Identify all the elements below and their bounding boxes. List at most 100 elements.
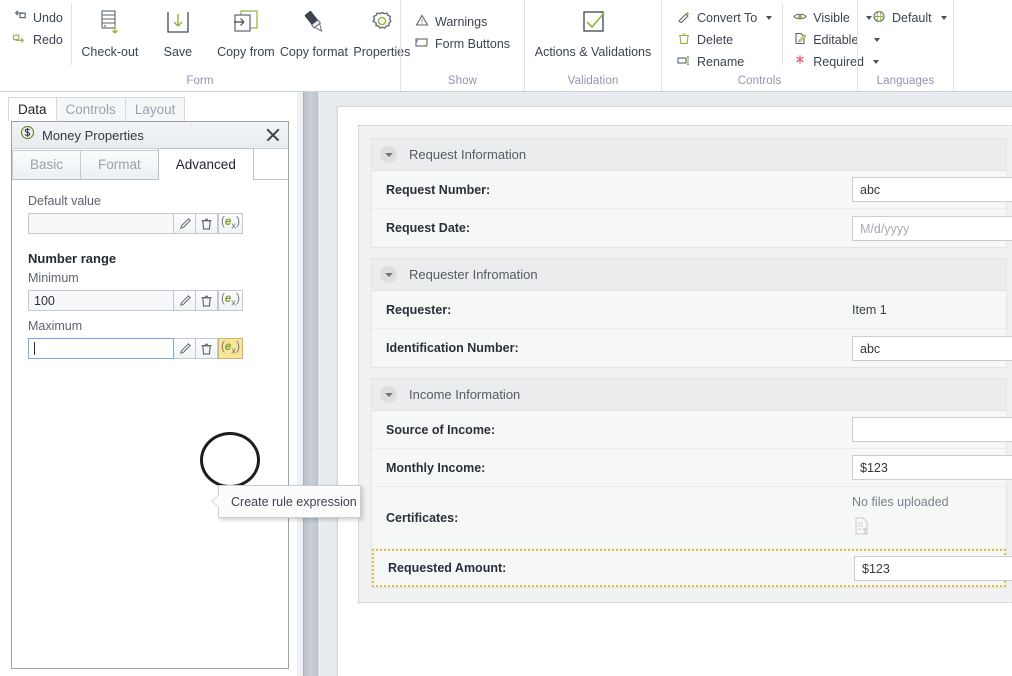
checkmark-box-icon <box>578 5 608 43</box>
ribbon-group-validation-body: Actions & Validations <box>525 0 661 73</box>
sub-tab-advanced[interactable]: Advanced <box>157 148 254 180</box>
copy-format-button[interactable]: Copy format <box>280 3 348 59</box>
default-value-edit-pencil-icon[interactable] <box>174 213 196 234</box>
form-designer-canvas: Request Information Request Number: abc … <box>320 92 1012 676</box>
section-header[interactable]: Requester Infromation <box>372 259 1006 291</box>
row-label: Certificates: <box>386 510 459 525</box>
table-row-selected[interactable]: Requested Amount: $123 <box>372 549 1012 587</box>
save-label: Save <box>163 45 193 59</box>
tab-controls[interactable]: Controls <box>55 97 126 121</box>
monthly-income-input[interactable]: $123 <box>852 455 1012 480</box>
default-value-trash-icon[interactable] <box>196 213 218 234</box>
minimum-trash-icon[interactable] <box>196 290 218 311</box>
ribbon-groups: Undo Redo Check-out Save Copy from Copy … <box>0 0 1012 91</box>
sub-tab-format[interactable]: Format <box>80 150 159 179</box>
undo-redo-column: Undo Redo <box>0 3 69 51</box>
expression-glyph: (ex) <box>221 215 240 232</box>
tab-data[interactable]: Data <box>8 97 57 121</box>
row-field: $123 <box>854 555 1012 581</box>
table-row: Requester: Item 1 <box>372 291 1006 329</box>
row-field: $123 <box>852 455 1012 480</box>
maximum-input[interactable] <box>28 338 174 359</box>
row-label: Source of Income: <box>386 422 496 437</box>
identification-number-input[interactable]: abc <box>852 335 1012 361</box>
row-field: No files uploaded <box>852 489 1006 547</box>
sub-tab-basic[interactable]: Basic <box>12 150 82 179</box>
required-asterisk-icon <box>793 54 807 70</box>
default-value-label: Default value <box>28 194 101 208</box>
ribbon-separator <box>70 3 72 65</box>
request-date-input[interactable]: M/d/yyyy <box>852 215 1012 241</box>
default-value-rule-expression-icon[interactable]: (ex) <box>218 213 243 234</box>
undo-label: Undo <box>33 11 63 25</box>
ribbon-toolbar: Undo Redo Check-out Save Copy from Copy … <box>0 0 1012 92</box>
section-header[interactable]: Income Information <box>372 379 1006 411</box>
tab-layout[interactable]: Layout <box>124 97 186 121</box>
request-number-input[interactable]: abc <box>852 177 1012 202</box>
undo-button[interactable]: Undo <box>6 7 69 29</box>
row-label: Requested Amount: <box>388 561 507 575</box>
properties-header: Money Properties <box>12 122 288 149</box>
file-upload-icon[interactable] <box>852 516 872 540</box>
ribbon-filler <box>953 0 1012 91</box>
ribbon-filler-title <box>954 73 1012 91</box>
convert-to-label: Convert To <box>697 11 758 25</box>
minimum-input[interactable]: 100 <box>28 290 174 311</box>
chevron-down-icon[interactable] <box>380 386 397 403</box>
check-out-button[interactable]: Check-out <box>76 3 144 59</box>
maximum-edit-pencil-icon[interactable] <box>174 338 196 359</box>
table-row: Source of Income: <box>372 411 1012 449</box>
section-requester-information: Requester Infromation Requester: Item 1 … <box>371 258 1012 368</box>
maximum-label: Maximum <box>28 319 83 333</box>
form-buttons-button[interactable]: Form Buttons <box>409 33 516 55</box>
row-field: M/d/yyyy <box>852 215 1012 241</box>
minimum-edit-pencil-icon[interactable] <box>174 290 196 311</box>
controls-column-1: Convert To Delete Rename <box>662 3 778 73</box>
row-label: Identification Number: <box>386 341 519 355</box>
section-title: Request Information <box>409 147 527 162</box>
splitter-grip[interactable] <box>303 92 319 676</box>
section-header[interactable]: Request Information <box>372 139 1006 171</box>
source-of-income-input[interactable] <box>852 417 1012 442</box>
copy-from-button[interactable]: Copy from <box>212 3 280 59</box>
default-language-button[interactable]: Default <box>866 7 953 29</box>
warning-triangle-icon <box>415 14 429 30</box>
chevron-down-icon[interactable] <box>940 16 947 20</box>
row-label: Monthly Income: <box>386 460 486 475</box>
form-buttons-label: Form Buttons <box>435 37 511 51</box>
warnings-label: Warnings <box>435 15 488 29</box>
row-field: abc <box>852 335 1012 361</box>
check-out-icon <box>96 5 124 43</box>
money-dollar-icon <box>20 125 35 145</box>
warnings-button[interactable]: Warnings <box>409 11 516 33</box>
save-button[interactable]: Save <box>144 3 212 59</box>
chevron-down-icon[interactable] <box>380 146 397 163</box>
requested-amount-input[interactable]: $123 <box>854 555 1012 581</box>
default-value-input[interactable] <box>28 213 174 234</box>
ribbon-separator <box>782 3 784 65</box>
convert-to-button[interactable]: Convert To <box>671 7 778 29</box>
editable-label: Editable <box>813 33 859 47</box>
money-properties-window: Money Properties Basic Format Advanced D… <box>11 121 289 669</box>
properties-sub-tabs: Basic Format Advanced <box>12 148 288 180</box>
row-field <box>852 417 1012 442</box>
ribbon-group-controls: Convert To Delete Rename Visible Editabl… <box>661 0 881 91</box>
panel-splitter[interactable] <box>297 92 320 676</box>
delete-button[interactable]: Delete <box>671 29 778 51</box>
maximum-rule-expression-icon[interactable]: (ex) <box>218 338 243 359</box>
maximum-trash-icon[interactable] <box>196 338 218 359</box>
check-out-label: Check-out <box>81 45 139 59</box>
actions-validations-button[interactable]: Actions & Validations <box>521 3 665 59</box>
undo-icon <box>12 10 27 26</box>
chevron-down-icon[interactable] <box>380 266 397 283</box>
ribbon-group-languages-title: Languages <box>876 75 935 87</box>
close-icon[interactable] <box>264 126 282 144</box>
minimum-rule-expression-icon[interactable]: (ex) <box>218 290 243 311</box>
minimum-row: 100 (ex) <box>28 290 243 311</box>
languages-column: Default <box>858 3 953 29</box>
rename-button[interactable]: Rename <box>671 51 778 73</box>
chevron-down-icon[interactable] <box>766 16 773 20</box>
trash-icon <box>677 32 691 48</box>
text-caret <box>34 342 35 355</box>
redo-button[interactable]: Redo <box>6 29 69 51</box>
